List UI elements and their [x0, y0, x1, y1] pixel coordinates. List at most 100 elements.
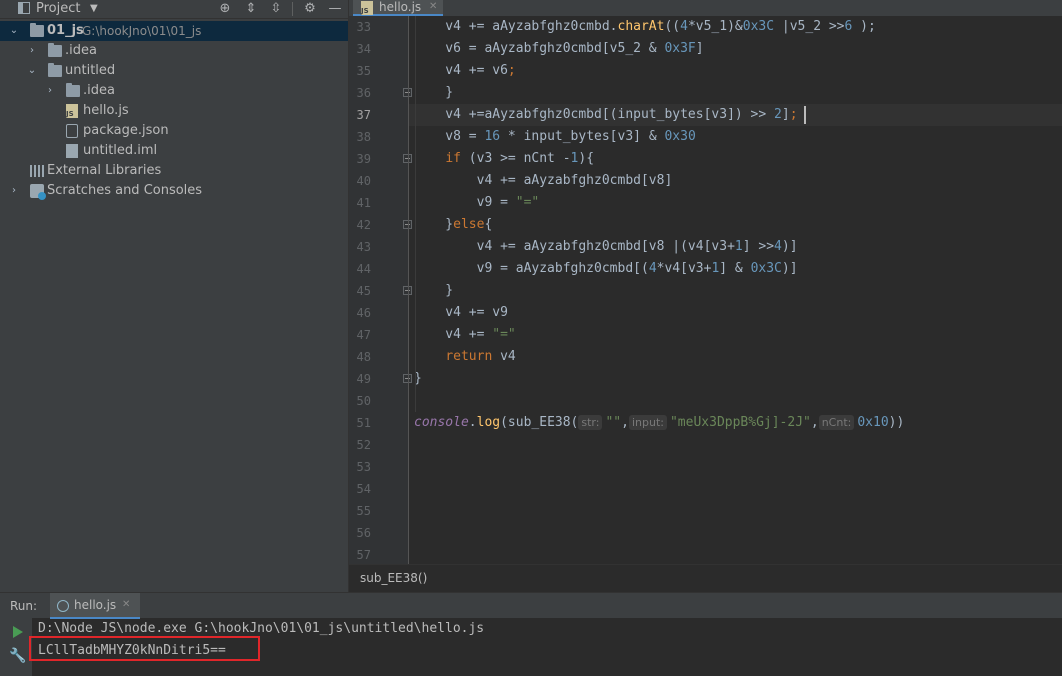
- tree-item[interactable]: › .idea: [0, 41, 348, 61]
- locate-icon[interactable]: ⊕: [217, 0, 233, 17]
- tab-hello-js[interactable]: hello.js ✕: [353, 0, 443, 16]
- code-token: 1: [734, 239, 743, 254]
- rerun-icon[interactable]: [13, 626, 23, 638]
- js-file-icon: [66, 104, 78, 118]
- line-number: 43: [356, 240, 371, 254]
- code-line[interactable]: v4 += v9: [414, 302, 508, 324]
- parameter-hint: nCnt:: [818, 415, 855, 430]
- code-token: "": [605, 415, 622, 430]
- expand-all-icon[interactable]: ⇕: [243, 0, 259, 17]
- code-token: {: [484, 217, 493, 232]
- run-panel-header: Run: hello.js ✕: [0, 592, 1062, 619]
- code-token: "=": [515, 195, 540, 210]
- chevron-right-icon[interactable]: ›: [8, 181, 20, 201]
- collapse-all-icon[interactable]: ⇳: [268, 0, 284, 17]
- chevron-right-icon[interactable]: ›: [26, 41, 38, 61]
- line-number: 51: [356, 416, 371, 430]
- gutter-divider: [408, 16, 409, 564]
- code-line[interactable]: v4 +=aAyzabfghz0cmbd[(input_bytes[v3]) >…: [414, 104, 798, 126]
- chevron-down-icon[interactable]: ⌄: [26, 61, 38, 81]
- tree-item-label: hello.js: [83, 103, 129, 118]
- library-icon: [30, 165, 44, 177]
- code-token: log: [476, 415, 501, 430]
- code-line[interactable]: v8 = 16 * input_bytes[v3] & 0x30: [414, 126, 696, 148]
- settings-icon[interactable]: ⚙: [302, 0, 318, 17]
- code-token: 0x3C: [750, 261, 782, 276]
- code-line[interactable]: }else{: [414, 214, 492, 236]
- tree-item[interactable]: › Scratches and Consoles: [0, 181, 348, 201]
- code-line[interactable]: v9 = "=": [414, 192, 540, 214]
- code-line[interactable]: v6 = aAyzabfghz0cmbd[v5_2 & 0x3F]: [414, 38, 704, 60]
- scratch-icon: [30, 184, 46, 200]
- code-token: |v5_2 >>: [774, 19, 845, 34]
- tree-item[interactable]: package.json: [0, 121, 348, 141]
- tree-item[interactable]: hello.js: [0, 101, 348, 121]
- tree-item[interactable]: ⌄ 01_js G:\hookJno\01\01_js: [0, 21, 348, 41]
- hide-icon[interactable]: —: [327, 0, 343, 17]
- code-token: 16: [484, 129, 501, 144]
- code-token: }: [414, 283, 454, 298]
- run-tab-hello-js[interactable]: hello.js ✕: [50, 593, 140, 619]
- code-token: }: [414, 85, 454, 100]
- code-token: ((: [664, 19, 681, 34]
- chevron-down-icon[interactable]: ⌄: [8, 21, 20, 41]
- code-token: v8 =: [414, 129, 485, 144]
- line-number: 48: [356, 350, 371, 364]
- code-token: ]: [695, 41, 704, 56]
- project-view-dropdown-icon[interactable]: ▼: [90, 0, 98, 17]
- code-line[interactable]: v4 += aAyzabfghz0cmbd.charAt((4*v5_1)&0x…: [414, 16, 876, 38]
- line-number: 46: [356, 306, 371, 320]
- line-number: 39: [356, 152, 371, 166]
- chevron-right-icon[interactable]: ›: [44, 81, 56, 101]
- code-token: )): [888, 415, 905, 430]
- code-token: ;: [789, 107, 798, 122]
- breadcrumb-item[interactable]: sub_EE38(): [360, 565, 427, 592]
- run-toolbar: 🔧: [0, 618, 32, 676]
- code-token: v6 = aAyzabfghz0cmbd[v5_2 &: [414, 41, 665, 56]
- code-line[interactable]: }: [414, 280, 453, 302]
- code-line[interactable]: return v4: [414, 346, 516, 368]
- code-token: ]: [781, 107, 790, 122]
- code-token: v4 +=: [414, 327, 493, 342]
- code-token: v4 += v6: [414, 63, 508, 78]
- code-line[interactable]: v4 += "=": [414, 324, 515, 346]
- folder-icon: [48, 43, 62, 57]
- code-token: 0x3C: [742, 19, 775, 34]
- line-number: 57: [356, 548, 371, 562]
- code-token: v4: [492, 349, 516, 364]
- code-line[interactable]: v9 = aAyzabfghz0cmbd[(4*v4[v3+1] & 0x3C)…: [414, 258, 798, 280]
- line-number: 42: [356, 218, 371, 232]
- line-number: 33: [356, 20, 371, 34]
- tree-item-label: package.json: [83, 123, 169, 138]
- code-line[interactable]: if (v3 >= nCnt -1){: [414, 148, 594, 170]
- wrench-icon[interactable]: 🔧: [9, 648, 26, 664]
- code-token: (v3 >= nCnt -: [460, 151, 571, 166]
- code-line[interactable]: v4 += aAyzabfghz0cmbd[v8 |(v4[v3+1] >>4)…: [414, 236, 798, 258]
- tree-item[interactable]: untitled.iml: [0, 141, 348, 161]
- code-token: else: [453, 217, 485, 232]
- code-token: v4 += aAyzabfghz0cmbd.: [414, 19, 618, 34]
- close-icon[interactable]: ✕: [122, 593, 130, 617]
- code-token: ,: [810, 415, 819, 430]
- folder-icon: [30, 23, 44, 37]
- close-icon[interactable]: ✕: [429, 0, 437, 14]
- code-token: ;: [507, 63, 516, 78]
- code-line[interactable]: }: [414, 82, 453, 104]
- code-line[interactable]: console.log(sub_EE38(str: "", input: "meUx3…: [414, 412, 904, 434]
- project-view-icon: [18, 2, 30, 14]
- line-number: 36: [356, 86, 371, 100]
- code-line[interactable]: v4 += v6;: [414, 60, 516, 82]
- line-number-gutter[interactable]: 33 34 35 36 37 38 39 40 41 42 43 44 45 46 47 48 49 50 51 52…: [349, 16, 412, 564]
- toolbar-separator: [292, 2, 293, 16]
- code-token: 0x30: [664, 129, 696, 144]
- code-token: "meUx3DppB%Gj]-2J": [669, 415, 811, 430]
- code-line[interactable]: v4 += aAyzabfghz0cmbd[v8]: [414, 170, 673, 192]
- tree-item[interactable]: ⌄ untitled: [0, 61, 348, 81]
- project-panel-title[interactable]: Project: [36, 0, 80, 17]
- tree-item[interactable]: External Libraries: [0, 161, 348, 181]
- editor-tab-bar: hello.js ✕: [349, 0, 1062, 16]
- tree-item-label: 01_js: [47, 23, 84, 38]
- code-token: v9 = aAyzabfghz0cmbd[(: [414, 261, 649, 276]
- tree-item[interactable]: › .idea: [0, 81, 348, 101]
